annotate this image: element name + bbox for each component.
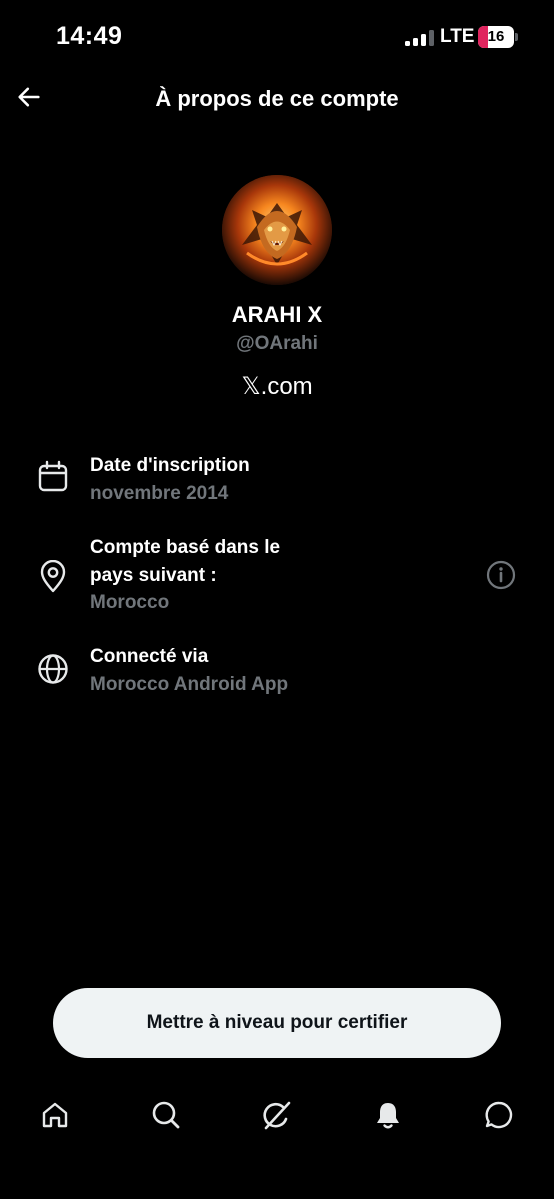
grok-icon bbox=[263, 1101, 291, 1130]
info-row-country: Compte basé dans le pays suivant : Moroc… bbox=[36, 534, 526, 624]
display-name: ARAHI X bbox=[231, 302, 323, 327]
bottom-nav bbox=[0, 1085, 554, 1145]
join-date-label: Date d'inscription bbox=[90, 455, 250, 476]
handle: @OArahi bbox=[236, 333, 318, 354]
home-icon bbox=[42, 1102, 68, 1128]
site-link[interactable]: 𝕏.com bbox=[0, 372, 554, 401]
status-time: 14:49 bbox=[56, 22, 123, 50]
connected-via-label: Connecté via bbox=[90, 646, 209, 667]
battery-percentage: 16 bbox=[487, 28, 505, 45]
country-label-line-1: Compte basé dans le bbox=[90, 537, 281, 558]
avatar[interactable] bbox=[222, 175, 332, 285]
messages-icon bbox=[485, 1101, 513, 1129]
info-row-join-date: Date d'inscription novembre 2014 bbox=[36, 452, 526, 512]
country-label-line-2: pays suivant : bbox=[90, 565, 217, 586]
nav-home[interactable] bbox=[33, 1093, 77, 1137]
info-row-connected-via: Connecté via Morocco Android App bbox=[36, 643, 526, 703]
country-info-button[interactable] bbox=[486, 560, 516, 590]
nav-messages[interactable] bbox=[477, 1093, 521, 1137]
about-account-screen: 14:49 LTE 16 À propos de ce compte ARAHI… bbox=[0, 0, 554, 1199]
location-pin-icon bbox=[40, 560, 66, 593]
globe-icon bbox=[38, 654, 68, 684]
nav-grok[interactable] bbox=[255, 1093, 299, 1137]
nav-search[interactable] bbox=[144, 1093, 188, 1137]
battery-cap bbox=[515, 33, 518, 41]
notifications-icon bbox=[377, 1103, 399, 1129]
nav-notifications[interactable] bbox=[366, 1093, 410, 1137]
lion-avatar-icon bbox=[222, 175, 332, 285]
calendar-icon bbox=[38, 460, 68, 492]
battery-icon: 16 bbox=[478, 26, 514, 48]
header: À propos de ce compte bbox=[0, 70, 554, 126]
network-type: LTE bbox=[440, 26, 475, 47]
country-value: Morocco bbox=[90, 592, 170, 613]
status-bar: 14:49 LTE 16 bbox=[0, 0, 554, 70]
page-title: À propos de ce compte bbox=[155, 86, 399, 111]
info-icon bbox=[486, 560, 516, 590]
upgrade-to-verify-button[interactable]: Mettre à niveau pour certifier bbox=[53, 988, 501, 1058]
join-date-value: novembre 2014 bbox=[90, 483, 229, 504]
search-icon bbox=[152, 1101, 180, 1129]
signal-strength-icon bbox=[405, 30, 435, 46]
connected-via-value: Morocco Android App bbox=[90, 674, 289, 695]
